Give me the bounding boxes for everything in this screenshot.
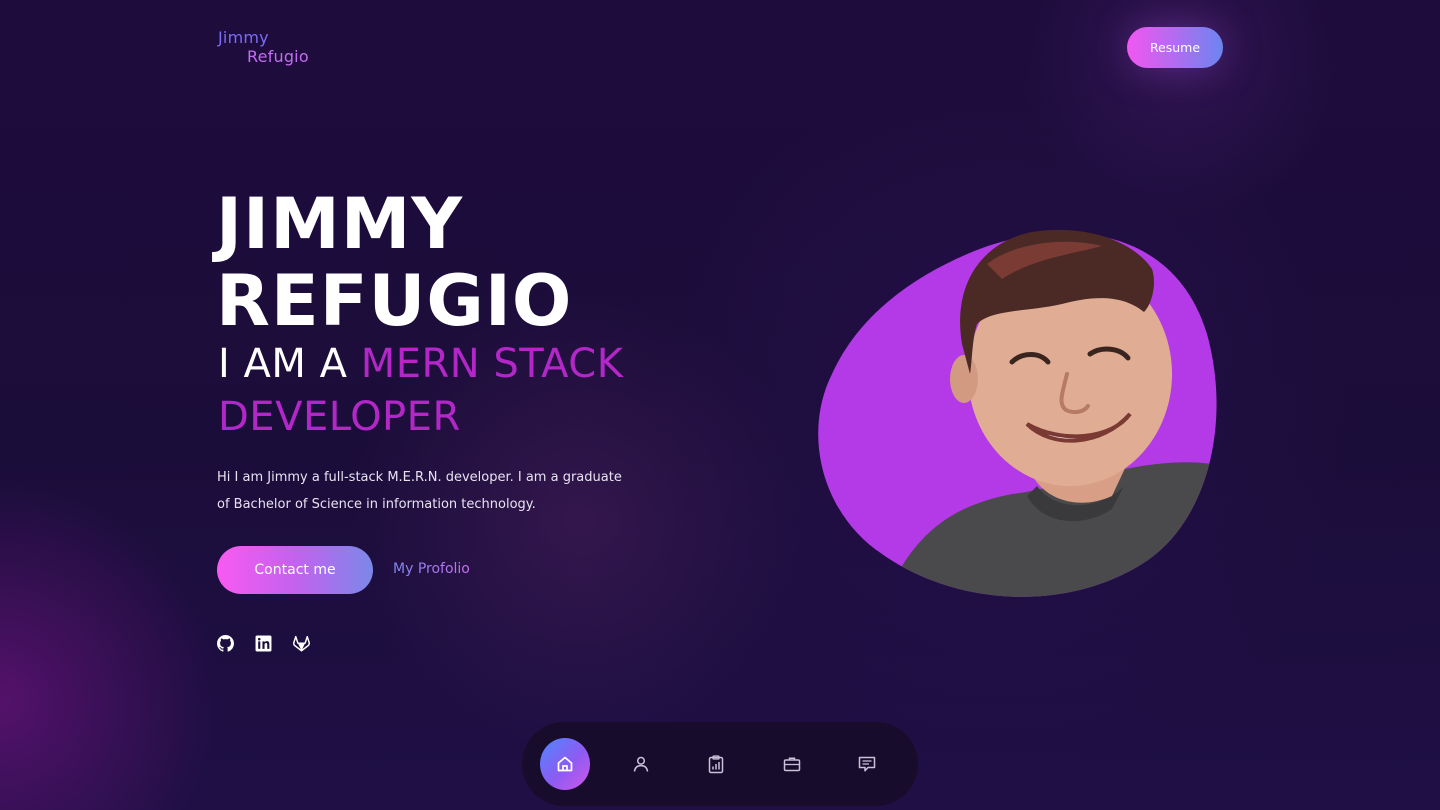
hero-name-last: REFUGIO <box>216 260 573 342</box>
resume-button[interactable]: Resume <box>1127 27 1223 68</box>
nav-portfolio[interactable] <box>767 738 817 790</box>
hero-name: JIMMY REFUGIO <box>216 186 572 340</box>
nav-contact[interactable] <box>842 738 892 790</box>
portfolio-link[interactable]: My Profolio <box>393 561 470 577</box>
briefcase-icon <box>783 757 801 772</box>
bottom-navigation <box>522 722 918 806</box>
linkedin-icon[interactable] <box>255 635 272 652</box>
message-icon <box>859 756 876 772</box>
nav-about[interactable] <box>616 738 666 790</box>
profile-photo <box>812 224 1220 604</box>
github-icon[interactable] <box>217 635 234 652</box>
hero-role: I AM A MERN STACK DEVELOPER <box>218 338 623 444</box>
role-prefix: I AM A <box>218 341 348 387</box>
gitlab-icon[interactable] <box>293 635 310 652</box>
logo-first-name: Jimmy <box>218 28 269 47</box>
page-background <box>0 0 1440 810</box>
role-highlight-1: MERN STACK <box>360 341 624 387</box>
intro-text: Hi I am Jimmy a full-stack M.E.R.N. deve… <box>217 470 622 512</box>
nav-skills[interactable] <box>691 738 741 790</box>
clipboard-chart-icon <box>708 755 724 774</box>
site-logo[interactable]: Jimmy Refugio <box>218 28 309 66</box>
user-icon <box>633 756 648 772</box>
nav-home[interactable] <box>540 738 591 790</box>
social-links <box>217 635 310 652</box>
logo-last-name: Refugio <box>247 47 309 66</box>
contact-me-button[interactable]: Contact me <box>217 546 373 594</box>
home-icon <box>557 756 573 772</box>
role-highlight-2: DEVELOPER <box>218 394 461 440</box>
hero-name-first: JIMMY <box>216 183 464 265</box>
